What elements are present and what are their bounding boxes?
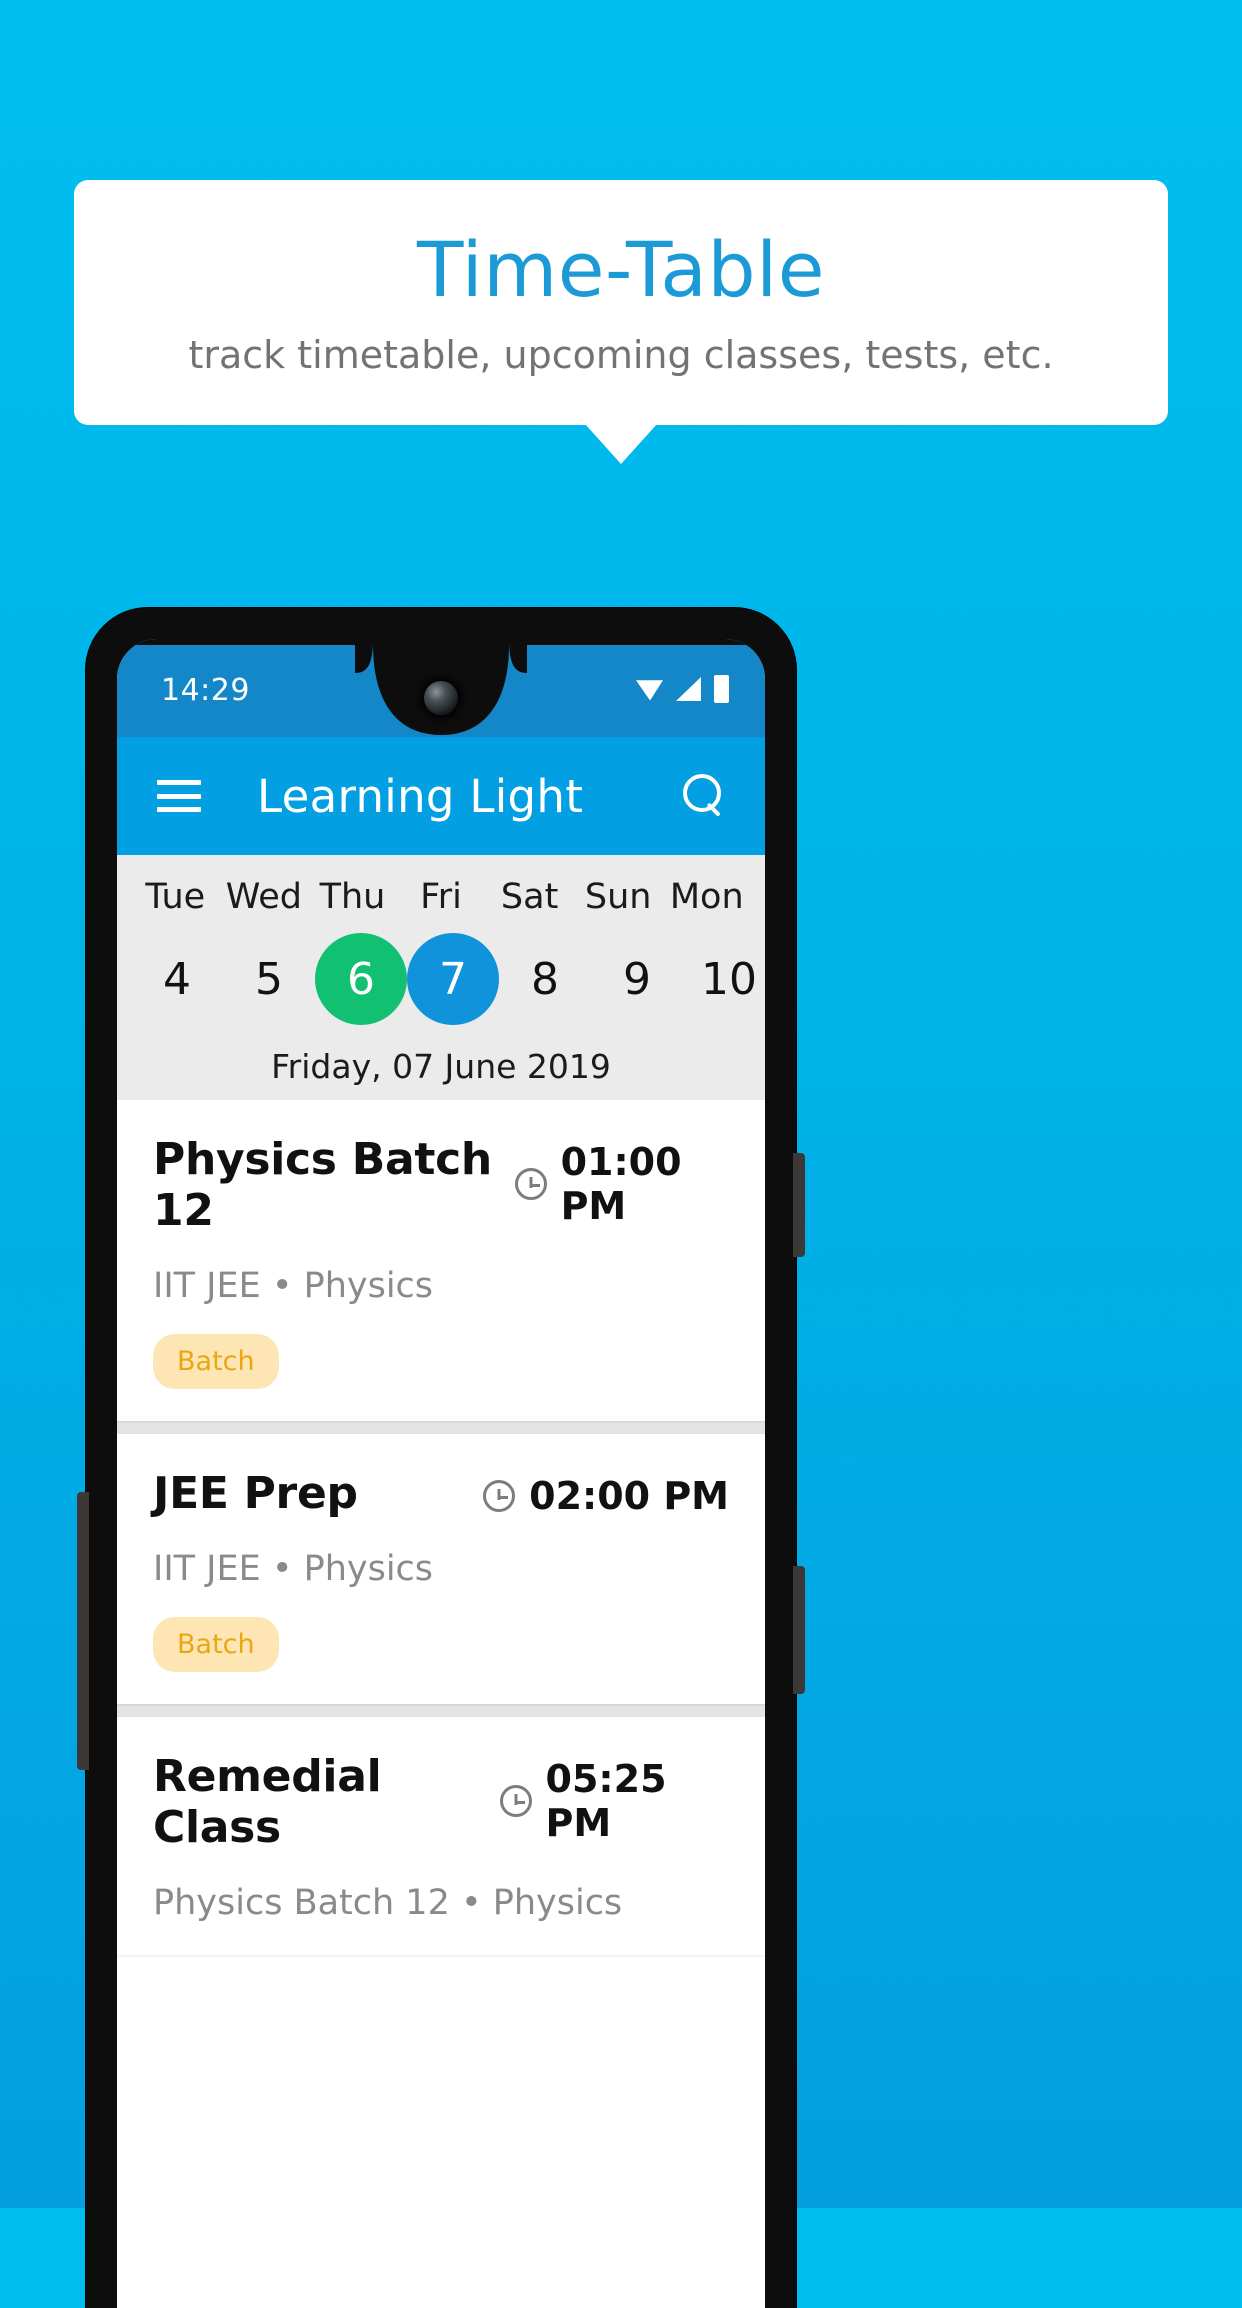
calendar-date-cell-6[interactable]: 6 bbox=[315, 933, 407, 1025]
signal-icon bbox=[676, 677, 701, 701]
class-subtitle: Physics Batch 12 • Physics bbox=[153, 1883, 623, 1923]
class-card[interactable]: Remedial Class 05:25 PM Physics Batch 12 •… bbox=[117, 1717, 765, 1955]
calendar-weekday-row: Tue Wed Thu Fri Sat Sun Mon bbox=[117, 877, 765, 917]
calendar-strip: Tue Wed Thu Fri Sat Sun Mon 4 5 6 7 8 9 10 Friday, 0… bbox=[117, 855, 765, 1100]
power-button[interactable] bbox=[793, 1153, 805, 1257]
calendar-weekday-mon[interactable]: Mon bbox=[662, 877, 751, 917]
class-card-header: Remedial Class 05:25 PM bbox=[153, 1751, 729, 1853]
calendar-weekday-thu[interactable]: Thu bbox=[308, 877, 397, 917]
class-subtitle: IIT JEE • Physics bbox=[153, 1266, 434, 1306]
calendar-weekday-wed[interactable]: Wed bbox=[220, 877, 309, 917]
calendar-date-label: 4 bbox=[163, 953, 191, 1005]
calendar-weekday-label: Mon bbox=[669, 877, 744, 917]
class-title: Remedial Class bbox=[153, 1751, 382, 1853]
calendar-weekday-label: Tue bbox=[145, 877, 206, 917]
calendar-date-label: 10 bbox=[701, 953, 757, 1005]
calendar-date-label: 5 bbox=[255, 953, 283, 1005]
class-time-group: 05:25 PM bbox=[499, 1751, 729, 1845]
phone-mockup: 14:29 Learning Light Tue Wed Thu Fri Sat Sun M… bbox=[77, 608, 805, 2308]
calendar-date-cell-7[interactable]: 7 bbox=[407, 933, 499, 1025]
promo-subtitle: track timetable, upcoming classes, tests… bbox=[188, 332, 1054, 377]
calendar-date-label: 6 bbox=[315, 933, 407, 1025]
calendar-date-cell-8[interactable]: 8 bbox=[499, 933, 591, 1025]
class-time-group: 02:00 PM bbox=[483, 1468, 729, 1518]
calendar-date-label: 7 bbox=[407, 933, 499, 1025]
app-title: Learning Light bbox=[257, 769, 584, 823]
class-type-badge: Batch bbox=[153, 1617, 279, 1672]
status-icon-group bbox=[636, 675, 729, 703]
phone-screen: 14:29 Learning Light Tue Wed Thu Fri Sat Sun M… bbox=[117, 639, 765, 2308]
calendar-weekday-label: Sat bbox=[500, 877, 559, 917]
status-time: 14:29 bbox=[161, 673, 250, 708]
class-card[interactable]: JEE Prep 02:00 PM IIT JEE • Physics Batch bbox=[117, 1434, 765, 1704]
calendar-weekday-label: Fri bbox=[420, 877, 462, 917]
calendar-date-label: 9 bbox=[623, 953, 651, 1005]
class-time: 01:00 PM bbox=[560, 1140, 682, 1228]
calendar-date-label: 8 bbox=[531, 953, 559, 1005]
calendar-date-cell-5[interactable]: 5 bbox=[223, 933, 315, 1025]
volume-button-left[interactable] bbox=[77, 1492, 89, 1770]
clock-icon bbox=[483, 1480, 516, 1512]
class-time: 05:25 PM bbox=[545, 1757, 667, 1845]
calendar-date-cell-9[interactable]: 9 bbox=[591, 933, 683, 1025]
class-title: Physics Batch 12 bbox=[153, 1134, 492, 1236]
search-icon[interactable] bbox=[681, 774, 725, 818]
class-subtitle: IIT JEE • Physics bbox=[153, 1549, 434, 1589]
class-time-group: 01:00 PM bbox=[514, 1134, 729, 1228]
class-card-header: Physics Batch 12 01:00 PM bbox=[153, 1134, 729, 1236]
calendar-weekday-fri[interactable]: Fri bbox=[397, 877, 486, 917]
status-bar: 14:29 bbox=[117, 639, 765, 737]
clock-icon bbox=[499, 1785, 532, 1817]
class-card-header: JEE Prep 02:00 PM bbox=[153, 1468, 729, 1519]
class-title: JEE Prep bbox=[153, 1468, 358, 1519]
class-list: Physics Batch 12 01:00 PM IIT JEE • Physic… bbox=[117, 1100, 765, 1955]
wifi-icon bbox=[636, 680, 663, 701]
promo-title: Time-Table bbox=[417, 224, 825, 314]
calendar-date-cell-10[interactable]: 10 bbox=[683, 933, 765, 1025]
class-card[interactable]: Physics Batch 12 01:00 PM IIT JEE • Physic… bbox=[117, 1100, 765, 1421]
selected-date-label: Friday, 07 June 2019 bbox=[271, 1047, 611, 1086]
class-time: 02:00 PM bbox=[529, 1474, 729, 1518]
class-type-badge: Batch bbox=[153, 1334, 279, 1389]
calendar-weekday-sun[interactable]: Sun bbox=[574, 877, 663, 917]
calendar-date-row: 4 5 6 7 8 9 10 bbox=[117, 933, 765, 1025]
calendar-weekday-label: Thu bbox=[319, 877, 386, 917]
calendar-weekday-label: Wed bbox=[225, 877, 303, 917]
battery-icon bbox=[714, 675, 729, 703]
app-bar: Learning Light bbox=[117, 737, 765, 855]
calendar-date-cell-4[interactable]: 4 bbox=[131, 933, 223, 1025]
calendar-weekday-label: Sun bbox=[584, 877, 652, 917]
calendar-weekday-tue[interactable]: Tue bbox=[131, 877, 220, 917]
hamburger-menu-icon[interactable] bbox=[157, 780, 201, 812]
promo-callout-card: Time-Table track timetable, upcoming cla… bbox=[74, 180, 1168, 425]
calendar-weekday-sat[interactable]: Sat bbox=[485, 877, 574, 917]
clock-icon bbox=[514, 1168, 547, 1200]
promo-callout-tail bbox=[585, 424, 657, 464]
volume-button-right[interactable] bbox=[793, 1566, 805, 1694]
